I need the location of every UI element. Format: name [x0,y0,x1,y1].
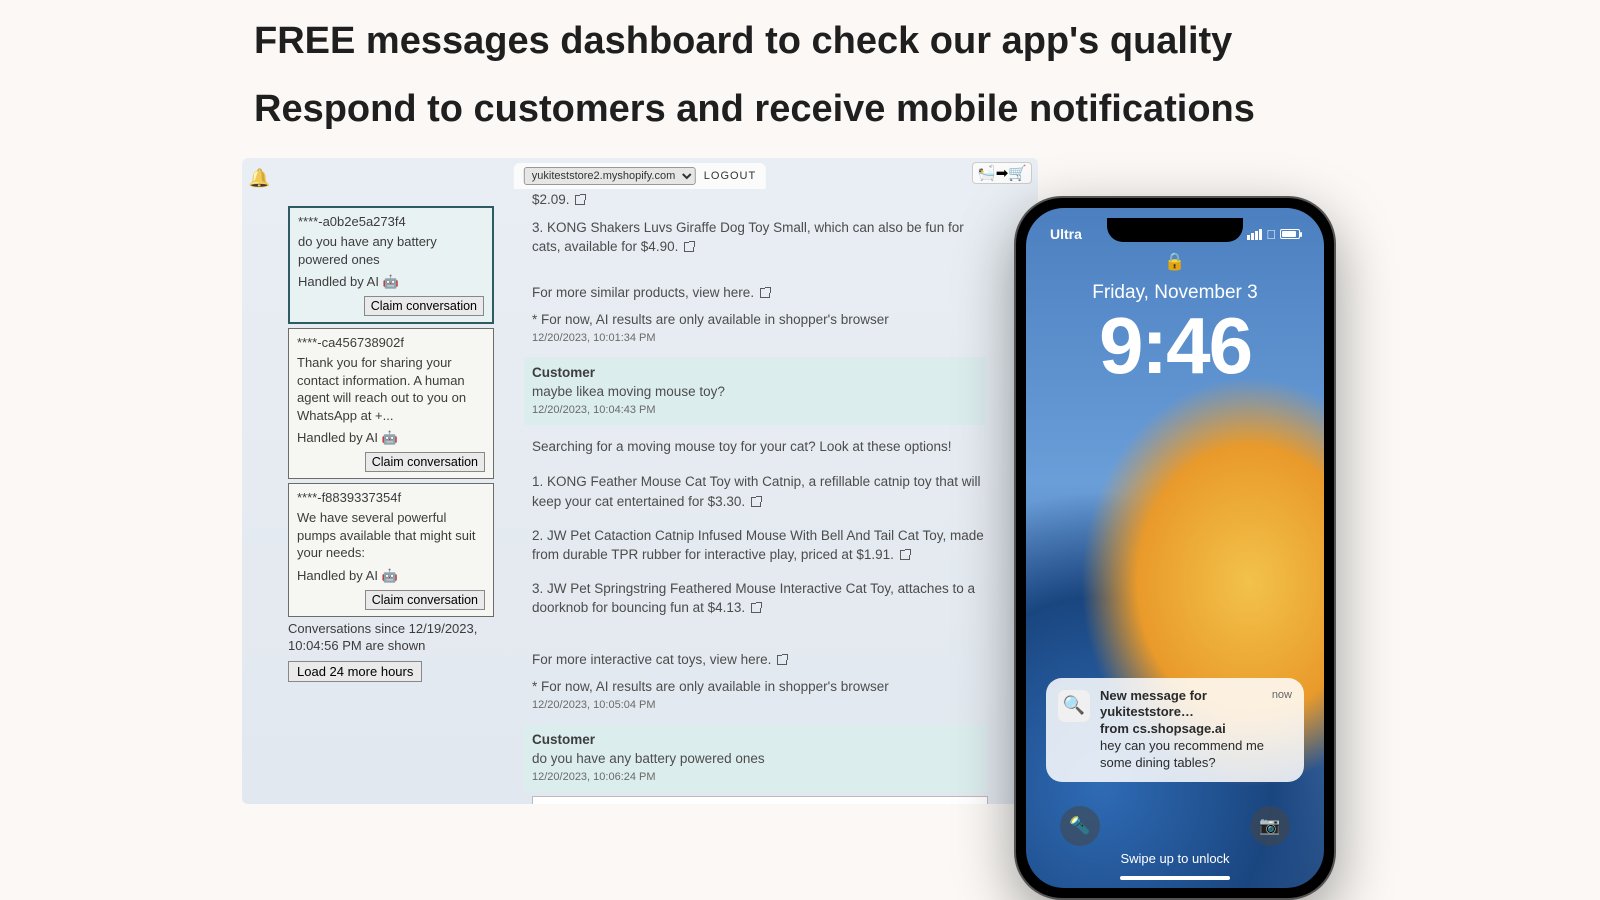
notification-time: now [1272,688,1292,702]
phone-notch [1107,218,1243,242]
customer-message: Customer do you have any battery powered… [524,724,986,792]
wifi-icon: 􀙇 [1266,227,1276,242]
timestamp: 12/20/2023, 10:05:04 PM [532,698,990,714]
message-thread: $2.09. 3. KONG Shakers Luvs Giraffe Dog … [532,190,990,804]
conversation-preview: Thank you for sharing your contact infor… [297,354,485,424]
claim-button[interactable]: Claim conversation [365,452,485,472]
notification-from: from cs.shopsage.ai [1100,721,1292,738]
store-select[interactable]: yukiteststore2.myshopify.com [524,167,696,185]
ai-footnote: * For now, AI results are only available… [532,677,990,697]
dashboard-panel: 🔔 yukiteststore2.myshopify.com LOGOUT 🛀➡… [242,158,1038,804]
customer-label: Customer [532,730,978,750]
ai-message-more: For more similar products, view here. [532,283,990,303]
ai-message-item: 1. KONG Feather Mouse Cat Toy with Catni… [532,472,990,511]
bell-icon[interactable]: 🔔 [248,168,270,189]
conversation-preview: We have several powerful pumps available… [297,509,485,562]
timestamp: 12/20/2023, 10:06:24 PM [532,770,978,786]
home-indicator[interactable] [1120,876,1230,880]
phone-mockup: Ultra 􀙇 🔒 Friday, November 3 9:46 🔍 New … [1016,198,1334,898]
ai-message-more: For more interactive cat toys, view here… [532,650,990,670]
logout-link[interactable]: LOGOUT [704,170,756,182]
conversation-list: ****-a0b2e5a273f4 do you have any batter… [288,206,494,682]
customer-message: Customer maybe likea moving mouse toy? 1… [524,357,986,425]
response-input[interactable] [532,796,988,804]
battery-icon [1280,229,1300,239]
conversation-id: ****-a0b2e5a273f4 [298,214,484,229]
timestamp: 12/20/2023, 10:01:34 PM [532,331,990,347]
carrier-label: Ultra [1050,226,1082,242]
timestamp: 12/20/2023, 10:04:43 PM [532,403,978,419]
external-link-icon[interactable] [575,195,585,205]
ai-message-item: 2. JW Pet Cataction Catnip Infused Mouse… [532,526,990,565]
conversation-id: ****-f8839337354f [297,490,485,505]
notification-app-icon: 🔍 [1058,690,1090,722]
headline-2: Respond to customers and receive mobile … [254,88,1255,131]
ai-message-fragment: $2.09. [532,190,990,210]
swap-icons[interactable]: 🛀➡🛒 [972,162,1032,184]
external-link-icon[interactable] [900,550,910,560]
notification-title: New message for yukiteststore… [1100,688,1272,722]
external-link-icon[interactable] [751,603,761,613]
external-link-icon[interactable] [760,288,770,298]
handled-by: Handled by AI 🤖 [298,274,484,290]
claim-button[interactable]: Claim conversation [365,590,485,610]
swipe-up-label: Swipe up to unlock [1026,851,1324,866]
camera-button[interactable]: 📷 [1250,806,1290,846]
ai-message-item: 3. JW Pet Springstring Feathered Mouse I… [532,579,990,618]
conversation-card[interactable]: ****-ca456738902f Thank you for sharing … [288,328,494,479]
notification-card[interactable]: 🔍 New message for yukiteststore… now fro… [1046,678,1304,782]
ai-footnote: * For now, AI results are only available… [532,310,990,330]
load-more-button[interactable]: Load 24 more hours [288,661,422,682]
flashlight-button[interactable]: 🔦 [1060,806,1100,846]
notification-body: hey can you recommend me some dining tab… [1100,738,1292,772]
headline-1: FREE messages dashboard to check our app… [254,20,1232,63]
customer-text: do you have any battery powered ones [532,749,978,769]
conversation-preview: do you have any battery powered ones [298,233,484,268]
customer-text: maybe likea moving mouse toy? [532,382,978,402]
ai-message-intro: Searching for a moving mouse toy for you… [532,437,990,457]
external-link-icon[interactable] [684,242,694,252]
handled-by: Handled by AI 🤖 [297,430,485,446]
lock-icon: 🔒 [1164,252,1185,272]
external-link-icon[interactable] [777,655,787,665]
header-tab: yukiteststore2.myshopify.com LOGOUT [514,163,766,189]
conversation-card[interactable]: ****-f8839337354f We have several powerf… [288,483,494,617]
handled-by: Handled by AI 🤖 [297,568,485,584]
phone-screen: Ultra 􀙇 🔒 Friday, November 3 9:46 🔍 New … [1026,208,1324,888]
conversation-card[interactable]: ****-a0b2e5a273f4 do you have any batter… [288,206,494,324]
dashboard-header: 🔔 yukiteststore2.myshopify.com LOGOUT 🛀➡… [242,158,1038,185]
lock-time: 9:46 [1026,300,1324,392]
external-link-icon[interactable] [751,497,761,507]
customer-label: Customer [532,363,978,383]
conversation-id: ****-ca456738902f [297,335,485,350]
ai-message-item: 3. KONG Shakers Luvs Giraffe Dog Toy Sma… [532,218,990,257]
since-text: Conversations since 12/19/2023, 10:04:56… [288,621,494,655]
claim-button[interactable]: Claim conversation [364,296,484,316]
signal-icon [1247,229,1262,240]
